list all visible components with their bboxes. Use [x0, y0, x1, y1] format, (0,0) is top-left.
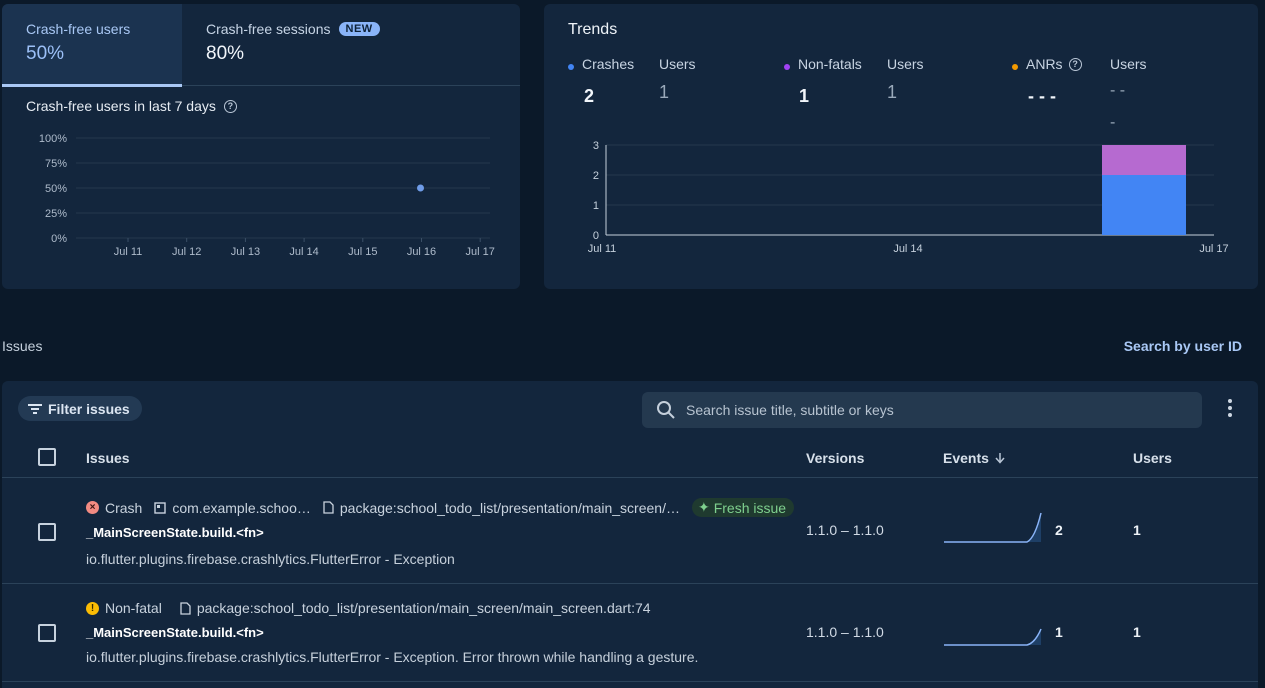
- x-tick-label: Jul 16: [407, 246, 436, 258]
- sparkle-icon: ✦: [697, 499, 710, 515]
- x-tick-label: Jul 12: [172, 246, 201, 258]
- issue-versions: 1.1.0 – 1.1.0: [806, 522, 884, 538]
- issue-search-input[interactable]: [686, 402, 1166, 418]
- y-tick-label: 0%: [51, 233, 67, 245]
- issue-title[interactable]: _MainScreenState.build.<fn>: [86, 625, 264, 640]
- y-tick-label: 75%: [45, 158, 67, 170]
- filter-icon: [28, 403, 42, 414]
- file-icon: [180, 601, 191, 615]
- issue-search-box: [642, 392, 1202, 428]
- issue-file: package:school_todo_list/presentation/ma…: [323, 500, 680, 516]
- issues-table-card: Filter issues Issues Versions Events Use…: [2, 381, 1258, 688]
- column-header-versions[interactable]: Versions: [806, 450, 864, 466]
- issue-file: package:school_todo_list/presentation/ma…: [180, 600, 651, 616]
- fresh-issue-label: Fresh issue: [713, 499, 787, 516]
- sort-descending-icon: [995, 453, 1005, 464]
- row-checkbox[interactable]: [38, 523, 56, 541]
- events-count: 2: [1055, 522, 1063, 538]
- issue-type: × Crash: [86, 500, 142, 516]
- bar-segment: [1102, 175, 1186, 235]
- issue-subtitle: io.flutter.plugins.firebase.crashlytics.…: [86, 649, 699, 665]
- y-tick-label: 1: [593, 200, 599, 212]
- issue-package: com.example.schoo…: [154, 500, 311, 516]
- x-tick-label: Jul 17: [1199, 243, 1228, 255]
- search-icon: [657, 401, 675, 419]
- users-count: 1: [1133, 624, 1141, 640]
- users-count: 1: [1133, 522, 1141, 538]
- issue-type-label: Crash: [105, 499, 143, 516]
- file-icon: [323, 501, 334, 514]
- x-tick-label: Jul 13: [231, 246, 260, 258]
- x-tick-label: Jul 11: [114, 246, 143, 258]
- table-header: Issues Versions Events Users: [2, 436, 1258, 478]
- issue-file-label: package:school_todo_list/presentation/ma…: [339, 499, 680, 516]
- row-checkbox[interactable]: [38, 624, 56, 642]
- y-tick-label: 100%: [39, 133, 67, 145]
- fresh-issue-badge: ✦ Fresh issue: [691, 498, 795, 517]
- issue-type-label: Non-fatal: [105, 600, 162, 616]
- crash-icon: ×: [86, 501, 99, 514]
- bar-segment: [1102, 145, 1186, 175]
- warning-icon: !: [86, 601, 99, 615]
- trends-chart: 3 2 1 0Jul 11 Jul 14 Jul 17: [588, 140, 1229, 255]
- issue-meta: ! Non-fatal package:school_todo_list/pre…: [86, 600, 663, 616]
- issue-title[interactable]: _MainScreenState.build.<fn>: [86, 525, 264, 540]
- issues-heading: Issues: [2, 338, 43, 354]
- y-tick-label: 2: [593, 170, 599, 182]
- trends-card: Trends Crashes Users 2 1 Non-fatals User…: [544, 4, 1258, 289]
- y-tick-label: 25%: [45, 208, 67, 220]
- search-by-user-id-link[interactable]: Search by user ID: [1124, 338, 1242, 354]
- events-count: 1: [1055, 624, 1063, 640]
- table-row[interactable]: ! Non-fatal package:school_todo_list/pre…: [2, 584, 1258, 682]
- issue-meta: × Crash com.example.schoo… package:schoo…: [86, 498, 795, 517]
- column-header-users[interactable]: Users: [1133, 450, 1172, 466]
- column-header-issues[interactable]: Issues: [86, 450, 130, 466]
- y-tick-label: 50%: [45, 183, 67, 195]
- issue-type: ! Non-fatal: [86, 600, 162, 616]
- column-header-events[interactable]: Events: [943, 450, 1005, 466]
- crash-free-card: Crash-free users 50% Crash-free sessions…: [2, 4, 520, 289]
- x-tick-label: Jul 15: [348, 246, 377, 258]
- issue-subtitle: io.flutter.plugins.firebase.crashlytics.…: [86, 551, 455, 567]
- x-tick-label: Jul 17: [466, 246, 495, 258]
- x-tick-label: Jul 14: [893, 243, 922, 255]
- data-point: [417, 184, 424, 192]
- more-options-icon[interactable]: [1222, 399, 1238, 419]
- x-tick-label: Jul 14: [289, 246, 318, 258]
- events-sparkline: [944, 628, 1042, 646]
- select-all-checkbox[interactable]: [38, 448, 56, 466]
- issue-versions: 1.1.0 – 1.1.0: [806, 624, 884, 640]
- table-row[interactable]: × Crash com.example.schoo… package:schoo…: [2, 478, 1258, 584]
- issue-file-label: package:school_todo_list/presentation/ma…: [196, 600, 651, 616]
- x-tick-label: Jul 11: [588, 243, 617, 255]
- events-sparkline: [944, 512, 1042, 543]
- app-icon: [154, 501, 167, 514]
- y-tick-label: 0: [593, 230, 599, 242]
- filter-issues-label: Filter issues: [48, 400, 130, 417]
- filter-issues-button[interactable]: Filter issues: [18, 396, 142, 421]
- y-tick-label: 3: [593, 140, 599, 152]
- column-header-events-label: Events: [943, 450, 989, 466]
- issue-package-label: com.example.schoo…: [172, 499, 311, 516]
- crash-free-users-chart: 100% 75% 50% 25% 0% Jul 11 Jul 12 Jul 13 Jul 14 J…: [39, 133, 495, 258]
